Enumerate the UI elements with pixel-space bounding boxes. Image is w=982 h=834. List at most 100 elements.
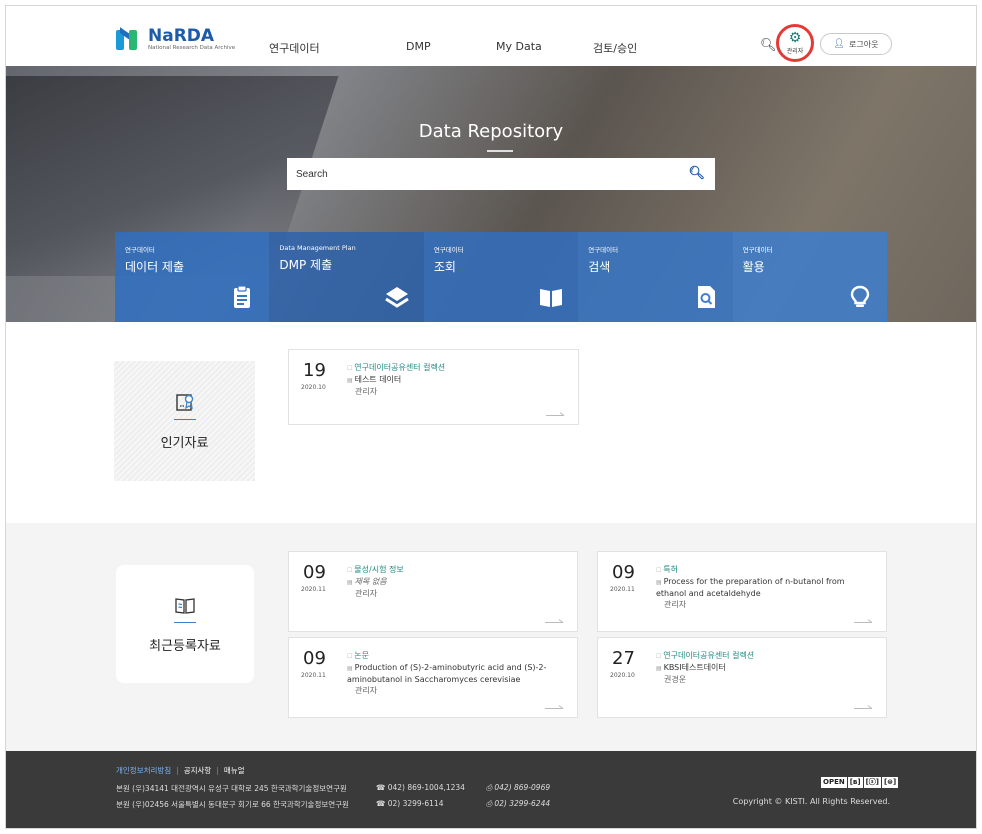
logo-name: NaRDA [148, 26, 215, 47]
copyright: Copyright © KISTI. All Rights Reserved. [732, 797, 890, 806]
hero-banner: Data Repository 🔍︎ 연구데이터 데이터 제출 Data Man… [6, 66, 976, 322]
card-day: 09 [303, 648, 326, 669]
footer-address-main: 본원 (우)34141 대전광역시 유성구 대학로 245 한국과학기술정보연구… [116, 784, 347, 793]
privacy-policy-link[interactable]: 개인정보처리방침 [116, 766, 171, 775]
card-day: 09 [612, 562, 635, 583]
hero-title: Data Repository [418, 121, 564, 142]
tile-title: DMP 제출 [279, 258, 333, 272]
recent-section-label: 최근등록자료 [116, 565, 254, 683]
tile-title: 활용 [742, 260, 765, 274]
card-title[interactable]: Production of (S)-2-aminobutyric acid an… [347, 662, 567, 685]
card-category[interactable]: 물성/시험 정보 [347, 564, 567, 576]
card-category[interactable]: 논문 [347, 650, 567, 662]
tile-sub: 연구데이터 [125, 246, 155, 254]
site-logo[interactable]: NaRDA National Research Data Archive [116, 26, 236, 52]
card-category[interactable]: 특허 [656, 564, 876, 576]
popular-title: 인기자료 [160, 436, 209, 451]
logo-subtitle: National Research Data Archive [148, 45, 236, 52]
card-category[interactable]: 연구데이터공유센터 컬렉션 [656, 650, 876, 662]
card-author: 관리자 [355, 686, 378, 695]
open-book-icon [175, 598, 195, 614]
card-year-month: 2020.11 [301, 586, 326, 593]
search-input[interactable] [296, 168, 676, 180]
nav-dmp[interactable]: DMP [406, 40, 431, 53]
footer-tel-main: ☎ 042) 869-1004,1234 [376, 783, 465, 792]
admin-button[interactable]: ⚙ 관리자 [776, 24, 814, 62]
card-title[interactable]: KBSI테스트데이터 [656, 662, 876, 674]
nav-my-data[interactable]: My Data [496, 40, 542, 53]
recent-item-card[interactable]: 09 2020.11 논문 Production of (S)-2-aminob… [288, 637, 578, 718]
layers-icon [385, 287, 409, 308]
footer-tel-branch: ☎ 02) 3299-6114 [376, 799, 444, 808]
card-year-month: 2020.10 [610, 672, 635, 679]
quick-menu-tiles: 연구데이터 데이터 제출 Data Management Plan DMP 제출 [115, 232, 888, 322]
fax-value: 042) 869-0969 [494, 783, 551, 792]
card-title[interactable]: Process for the preparation of n-butanol… [656, 576, 876, 599]
badge-nd: [⊜] [881, 777, 899, 788]
fax-value: 02) 3299-6244 [494, 799, 551, 808]
main-search: 🔍︎ [287, 158, 715, 190]
card-category[interactable]: 연구데이터공유센터 컬렉션 [347, 362, 568, 374]
tile-sub: Data Management Plan [279, 244, 356, 252]
page-frame: NaRDA National Research Data Archive 연구데… [5, 5, 977, 829]
card-author: 관리자 [355, 387, 378, 396]
lightbulb-icon [850, 285, 870, 307]
search-button-icon[interactable]: 🔍︎ [688, 166, 705, 181]
hero-title-underline [487, 150, 513, 152]
card-year-month: 2020.10 [301, 384, 326, 391]
site-footer: 개인정보처리방침 | 공지사항 | 매뉴얼 본원 (우)34141 대전광역시 유성구 … [6, 751, 976, 828]
logout-button[interactable]: 👤︎ 로그아웃 [820, 33, 892, 55]
badge-open: OPEN [821, 777, 847, 788]
tile-browse[interactable]: 연구데이터 조회 [423, 232, 579, 322]
arrow-right-icon [545, 617, 563, 623]
notice-link[interactable]: 공지사항 [184, 766, 212, 775]
recent-title: 최근등록자료 [149, 639, 221, 654]
card-author: 권경운 [664, 675, 687, 684]
card-title[interactable]: 제목 없음 [347, 576, 567, 588]
user-icon: 👤︎ [833, 39, 845, 49]
card-day: 09 [303, 562, 326, 583]
badge-by: [ʙ] [847, 777, 863, 788]
footer-address-branch: 분원 (우)02456 서울특별시 동대문구 회기로 66 한국과학기술정보연구… [116, 800, 349, 809]
narda-logo-icon [116, 27, 142, 52]
tel-value: 042) 869-1004,1234 [387, 783, 465, 792]
logout-label: 로그아웃 [848, 39, 879, 49]
popular-item-card[interactable]: 19 2020.10 연구데이터공유센터 컬렉션 테스트 데이터 관리자 [288, 349, 579, 425]
tel-value: 02) 3299-6114 [387, 799, 444, 808]
nav-review-approval[interactable]: 검토/승인 [593, 40, 637, 56]
nav-research-data[interactable]: 연구데이터 [269, 40, 320, 56]
recent-item-card[interactable]: 09 2020.11 물성/시험 정보 제목 없음 관리자 [288, 551, 578, 632]
header-search-icon[interactable]: 🔍︎ [760, 38, 777, 53]
footer-fax-main: ⎙ 042) 869-0969 [486, 783, 551, 792]
clipboard-icon [234, 285, 251, 308]
card-author: 관리자 [664, 600, 687, 609]
card-day: 19 [303, 360, 326, 381]
tile-dmp-submit[interactable]: Data Management Plan DMP 제출 [269, 232, 424, 322]
card-day: 27 [612, 648, 635, 669]
recent-item-card[interactable]: 27 2020.10 연구데이터공유센터 컬렉션 KBSI테스트데이터 권경운 [597, 637, 887, 718]
card-title[interactable]: 테스트 데이터 [347, 374, 568, 386]
tile-data-submit[interactable]: 연구데이터 데이터 제출 [115, 232, 270, 322]
footer-fax-branch: ⎙ 02) 3299-6244 [486, 799, 551, 808]
tile-title: 조회 [433, 260, 456, 274]
file-search-icon [697, 286, 715, 308]
tile-utilize[interactable]: 연구데이터 활용 [732, 232, 888, 322]
book-icon [540, 289, 563, 307]
card-year-month: 2020.11 [301, 672, 326, 679]
admin-label: 관리자 [786, 48, 804, 55]
tile-sub: 연구데이터 [433, 246, 464, 254]
arrow-right-icon [546, 410, 564, 416]
gear-icon: ⚙ [788, 30, 802, 46]
manual-link[interactable]: 매뉴얼 [224, 766, 245, 775]
tile-search[interactable]: 연구데이터 검색 [578, 232, 733, 322]
card-year-month: 2020.11 [610, 586, 635, 593]
tile-title: 데이터 제출 [125, 260, 185, 274]
tile-sub: 연구데이터 [588, 246, 619, 254]
recent-item-card[interactable]: 09 2020.11 특허 Process for the preparatio… [597, 551, 887, 632]
kogl-open-badge: OPEN [ʙ] [ⓢ] [⊜] [821, 777, 899, 788]
card-author: 관리자 [355, 589, 378, 598]
tile-sub: 연구데이터 [742, 246, 773, 254]
certificate-icon [175, 394, 193, 411]
section-divider [174, 622, 196, 623]
popular-section-label: 인기자료 [114, 361, 255, 481]
